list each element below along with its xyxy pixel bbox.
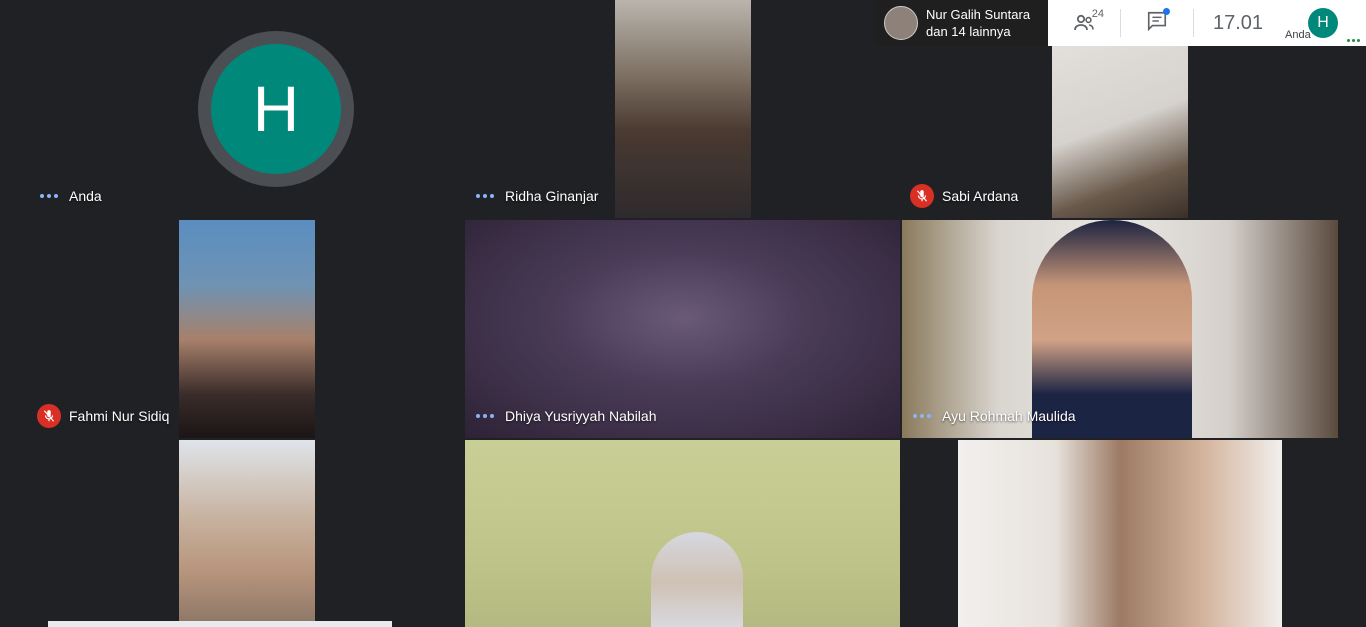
presenter-name: Nur Galih Suntara xyxy=(926,7,1031,22)
audio-activity-icon xyxy=(473,194,497,198)
participant-name-row: Fahmi Nur Sidiq xyxy=(37,404,169,428)
participant-name: Ridha Ginanjar xyxy=(505,188,599,204)
mic-off-icon xyxy=(910,184,934,208)
audio-activity-icon xyxy=(37,194,61,198)
presenter-indicator[interactable]: Nur Galih Suntara dan 14 lainnya xyxy=(876,0,1048,46)
avatar: H xyxy=(198,31,354,187)
participant-tile-dhiya[interactable]: Dhiya Yusriyyah Nabilah xyxy=(465,220,900,438)
participants-button[interactable]: 24 xyxy=(1048,0,1120,46)
participant-name-row: Ayu Rohmah Maulida xyxy=(910,404,1076,428)
participant-name: Sabi Ardana xyxy=(942,188,1019,204)
participant-tile-row3-middle[interactable] xyxy=(465,440,900,627)
participant-name: Fahmi Nur Sidiq xyxy=(69,408,170,424)
participant-tile-row3-left[interactable] xyxy=(29,440,463,627)
avatar-initial: H xyxy=(211,44,341,174)
participant-tile-ridha[interactable]: Ridha Ginanjar xyxy=(465,0,900,218)
participant-name-row: Ridha Ginanjar xyxy=(473,184,598,208)
participant-tile-anda[interactable]: H Anda xyxy=(29,0,463,218)
participant-name-row: Dhiya Yusriyyah Nabilah xyxy=(473,404,657,428)
video-feed xyxy=(179,220,315,438)
audio-activity-icon xyxy=(1347,39,1360,42)
unread-dot xyxy=(1163,7,1170,15)
participants-count: 24 xyxy=(1091,8,1104,20)
video-feed xyxy=(958,440,1282,627)
participant-name-row: Anda xyxy=(37,184,102,208)
clock: 17.01 xyxy=(1212,11,1264,34)
participant-name: Anda xyxy=(69,188,102,204)
video-feed xyxy=(179,440,315,627)
participant-name-row: Sabi Ardana xyxy=(910,184,1018,208)
presenter-avatar xyxy=(884,6,918,40)
participant-name: Ayu Rohmah Maulida xyxy=(942,408,1076,424)
audio-activity-icon xyxy=(910,414,934,418)
participant-name: Dhiya Yusriyyah Nabilah xyxy=(505,408,657,424)
self-label: Anda xyxy=(1285,29,1311,41)
bottom-bar-edge xyxy=(48,621,392,627)
mic-off-icon xyxy=(37,404,61,428)
participant-tile-ayu[interactable]: Ayu Rohmah Maulida xyxy=(902,220,1338,438)
top-bar: 24 17.01 H Anda xyxy=(1048,0,1366,46)
video-subject xyxy=(651,532,743,627)
participant-tile-row3-right[interactable] xyxy=(902,440,1338,627)
audio-activity-icon xyxy=(473,414,497,418)
avatar: H xyxy=(1308,8,1338,38)
participant-tile-fahmi[interactable]: Fahmi Nur Sidiq xyxy=(29,220,463,438)
presenter-others: dan 14 lainnya xyxy=(926,24,1011,39)
chat-button[interactable] xyxy=(1121,0,1193,46)
video-feed xyxy=(615,0,751,218)
